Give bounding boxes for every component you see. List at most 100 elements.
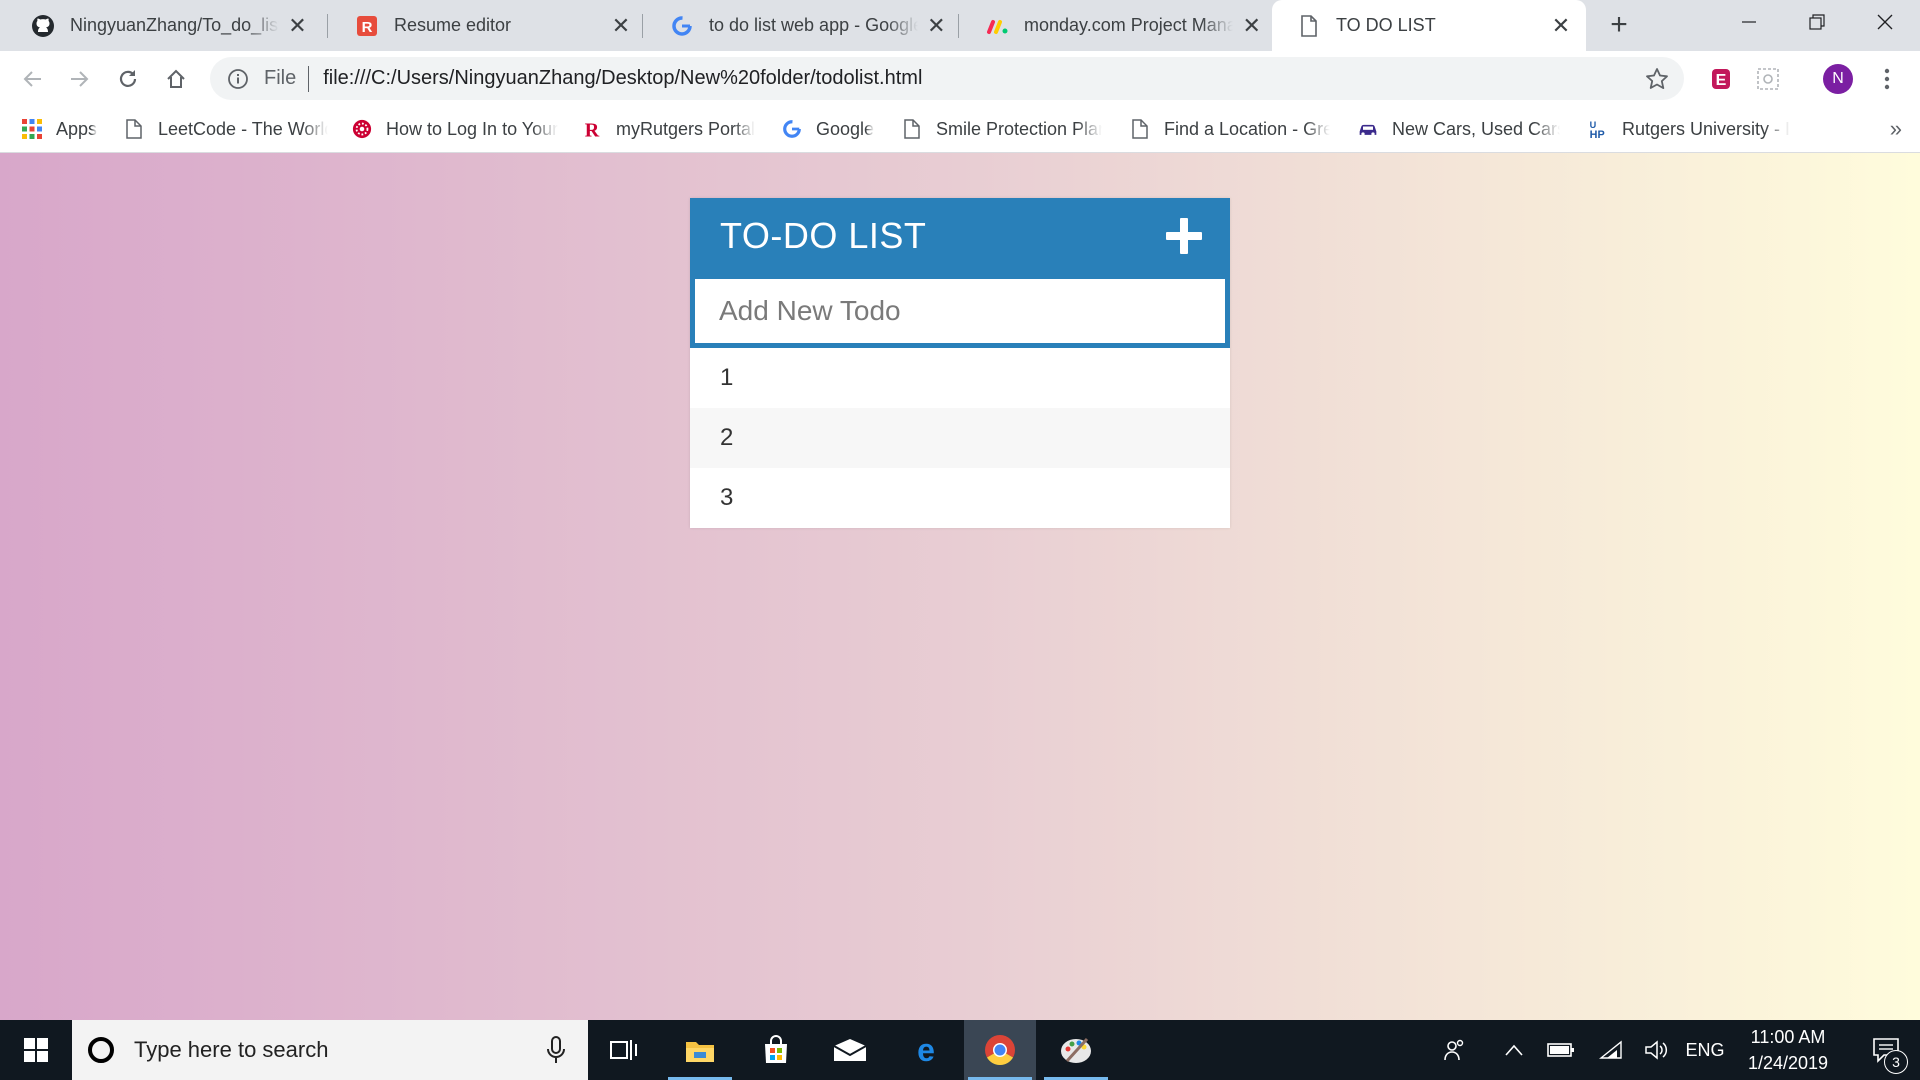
close-icon[interactable]: ✕ xyxy=(926,13,947,38)
windows-start-button[interactable] xyxy=(0,1020,72,1080)
tab-title: monday.com Project Manag xyxy=(1024,15,1234,35)
file-icon xyxy=(124,119,144,139)
system-clock[interactable]: 11:00 AM 1/24/2019 xyxy=(1724,1024,1852,1076)
page-background: TO-DO LIST 1 2 3 xyxy=(0,153,1920,1020)
bookmark-label: Google xyxy=(816,118,875,139)
bookmark-find-a-location[interactable]: Find a Location - Gre xyxy=(1130,106,1330,152)
extension-e-icon[interactable]: E xyxy=(1706,64,1736,94)
bookmark-label: Smile Protection Plan xyxy=(936,118,1102,139)
close-icon[interactable]: ✕ xyxy=(1241,13,1262,38)
file-explorer-icon[interactable] xyxy=(664,1020,736,1080)
todo-card: TO-DO LIST 1 2 3 xyxy=(690,198,1230,528)
tab-title: Resume editor xyxy=(394,15,512,35)
bookmark-myrutgers[interactable]: R myRutgers Portal xyxy=(582,106,762,152)
info-icon[interactable] xyxy=(226,67,250,91)
file-icon xyxy=(902,119,922,139)
tab-title: TO DO LIST xyxy=(1336,15,1436,35)
profile-avatar[interactable]: N xyxy=(1823,64,1853,94)
taskbar-search-placeholder: Type here to search xyxy=(134,1037,329,1062)
wifi-icon[interactable] xyxy=(1588,1020,1634,1080)
todo-header: TO-DO LIST xyxy=(690,198,1230,274)
bookmark-google[interactable]: Google xyxy=(782,106,882,152)
task-view-button[interactable] xyxy=(588,1020,660,1080)
todo-list: 1 2 3 xyxy=(690,348,1230,528)
back-button[interactable] xyxy=(14,61,50,97)
profile-initial: N xyxy=(1832,70,1844,87)
chevron-up-icon[interactable] xyxy=(1492,1020,1536,1080)
tab-monday[interactable]: monday.com Project Manag ✕ xyxy=(960,0,1276,51)
close-window-button[interactable] xyxy=(1850,0,1920,44)
todo-item[interactable]: 3 xyxy=(690,468,1230,528)
browser-toolbar: File file:///C:/Users/NingyuanZhang/Desk… xyxy=(0,51,1920,106)
rutgers-seal-icon xyxy=(352,119,372,139)
bookmark-new-cars[interactable]: New Cars, Used Cars, xyxy=(1358,106,1560,152)
new-tab-button[interactable]: + xyxy=(1602,8,1636,42)
battery-icon[interactable] xyxy=(1538,1020,1584,1080)
todo-item[interactable]: 2 xyxy=(690,408,1230,468)
menu-kebab-icon[interactable] xyxy=(1872,64,1902,94)
svg-text:R: R xyxy=(362,19,373,36)
bookmark-label: LeetCode - The World xyxy=(158,118,328,139)
bookmarks-bar: Apps LeetCode - The World How to Log In … xyxy=(0,106,1920,153)
tab-divider xyxy=(327,14,328,38)
microsoft-store-icon[interactable] xyxy=(740,1020,812,1080)
rutgers-r-icon: R xyxy=(582,119,602,140)
bookmark-label: New Cars, Used Cars, xyxy=(1392,118,1560,139)
forward-button[interactable] xyxy=(62,61,98,97)
action-center-button[interactable]: 3 xyxy=(1852,1020,1920,1080)
svg-text:e: e xyxy=(917,1035,935,1065)
tab-divider xyxy=(958,14,959,38)
svg-text:HP: HP xyxy=(1590,129,1605,141)
bookmark-star-icon[interactable] xyxy=(1644,66,1670,92)
svg-text:E: E xyxy=(1716,72,1727,89)
scheme-divider xyxy=(308,65,310,92)
chrome-icon[interactable] xyxy=(964,1020,1036,1080)
tab-google-search[interactable]: to do list web app - Google ✕ xyxy=(645,0,961,51)
bookmark-leetcode[interactable]: LeetCode - The World xyxy=(124,106,328,152)
url-text[interactable]: file:///C:/Users/NingyuanZhang/Desktop/N… xyxy=(323,67,922,90)
tab-strip: NingyuanZhang/To_do_list: ✕ R Resume edi… xyxy=(0,0,1920,51)
language-indicator[interactable]: ENG xyxy=(1680,1020,1730,1080)
bookmark-rutgers-university[interactable]: U HP Rutgers University - I xyxy=(1588,106,1794,152)
tab-resume-editor[interactable]: R Resume editor ✕ xyxy=(330,0,646,51)
extension-puzzle-icon[interactable] xyxy=(1753,64,1783,94)
bookmark-label: Find a Location - Gre xyxy=(1164,118,1330,139)
bookmark-how-to-log-in[interactable]: How to Log In to Your xyxy=(352,106,558,152)
tab-title: NingyuanZhang/To_do_list: xyxy=(70,15,279,35)
windows-taskbar: Type here to search e ENG 11:00 AM 1/24/… xyxy=(0,1020,1920,1080)
todo-item[interactable]: 1 xyxy=(690,348,1230,408)
people-icon[interactable] xyxy=(1432,1020,1478,1080)
home-button[interactable] xyxy=(158,61,194,97)
bookmark-label: Apps xyxy=(56,118,98,139)
bookmark-label: myRutgers Portal xyxy=(616,118,756,139)
plus-icon[interactable] xyxy=(1166,218,1202,254)
close-icon[interactable]: ✕ xyxy=(1550,13,1572,38)
bookmark-label: How to Log In to Your xyxy=(386,118,558,139)
taskbar-search-box[interactable]: Type here to search xyxy=(72,1020,588,1080)
bookmark-smile-protection[interactable]: Smile Protection Plan xyxy=(902,106,1102,152)
reload-button[interactable] xyxy=(110,61,146,97)
car-icon xyxy=(1358,119,1378,139)
google-icon xyxy=(669,13,695,39)
restore-button[interactable] xyxy=(1782,0,1852,44)
tab-title: to do list web app - Google xyxy=(709,15,918,35)
tab-github[interactable]: NingyuanZhang/To_do_list: ✕ xyxy=(6,0,322,51)
volume-icon[interactable] xyxy=(1634,1020,1680,1080)
paint-icon[interactable] xyxy=(1040,1020,1112,1080)
resume-r-icon: R xyxy=(354,13,380,39)
minimize-button[interactable] xyxy=(1714,0,1784,44)
new-todo-input[interactable] xyxy=(690,274,1230,348)
notification-count-badge: 3 xyxy=(1884,1050,1908,1074)
edge-icon[interactable]: e xyxy=(890,1020,962,1080)
microphone-icon[interactable] xyxy=(546,1036,566,1064)
address-bar[interactable]: File file:///C:/Users/NingyuanZhang/Desk… xyxy=(210,57,1684,100)
chevron-double-right-icon[interactable]: » xyxy=(1890,116,1902,142)
close-icon[interactable]: ✕ xyxy=(287,13,308,38)
close-icon[interactable]: ✕ xyxy=(610,13,632,38)
mail-icon[interactable] xyxy=(814,1020,886,1080)
file-icon xyxy=(1296,13,1322,39)
bookmark-apps[interactable]: Apps xyxy=(22,106,112,152)
tab-todo-list[interactable]: TO DO LIST ✕ xyxy=(1272,0,1586,51)
clock-date: 1/24/2019 xyxy=(1747,1053,1829,1073)
github-icon xyxy=(30,13,56,39)
